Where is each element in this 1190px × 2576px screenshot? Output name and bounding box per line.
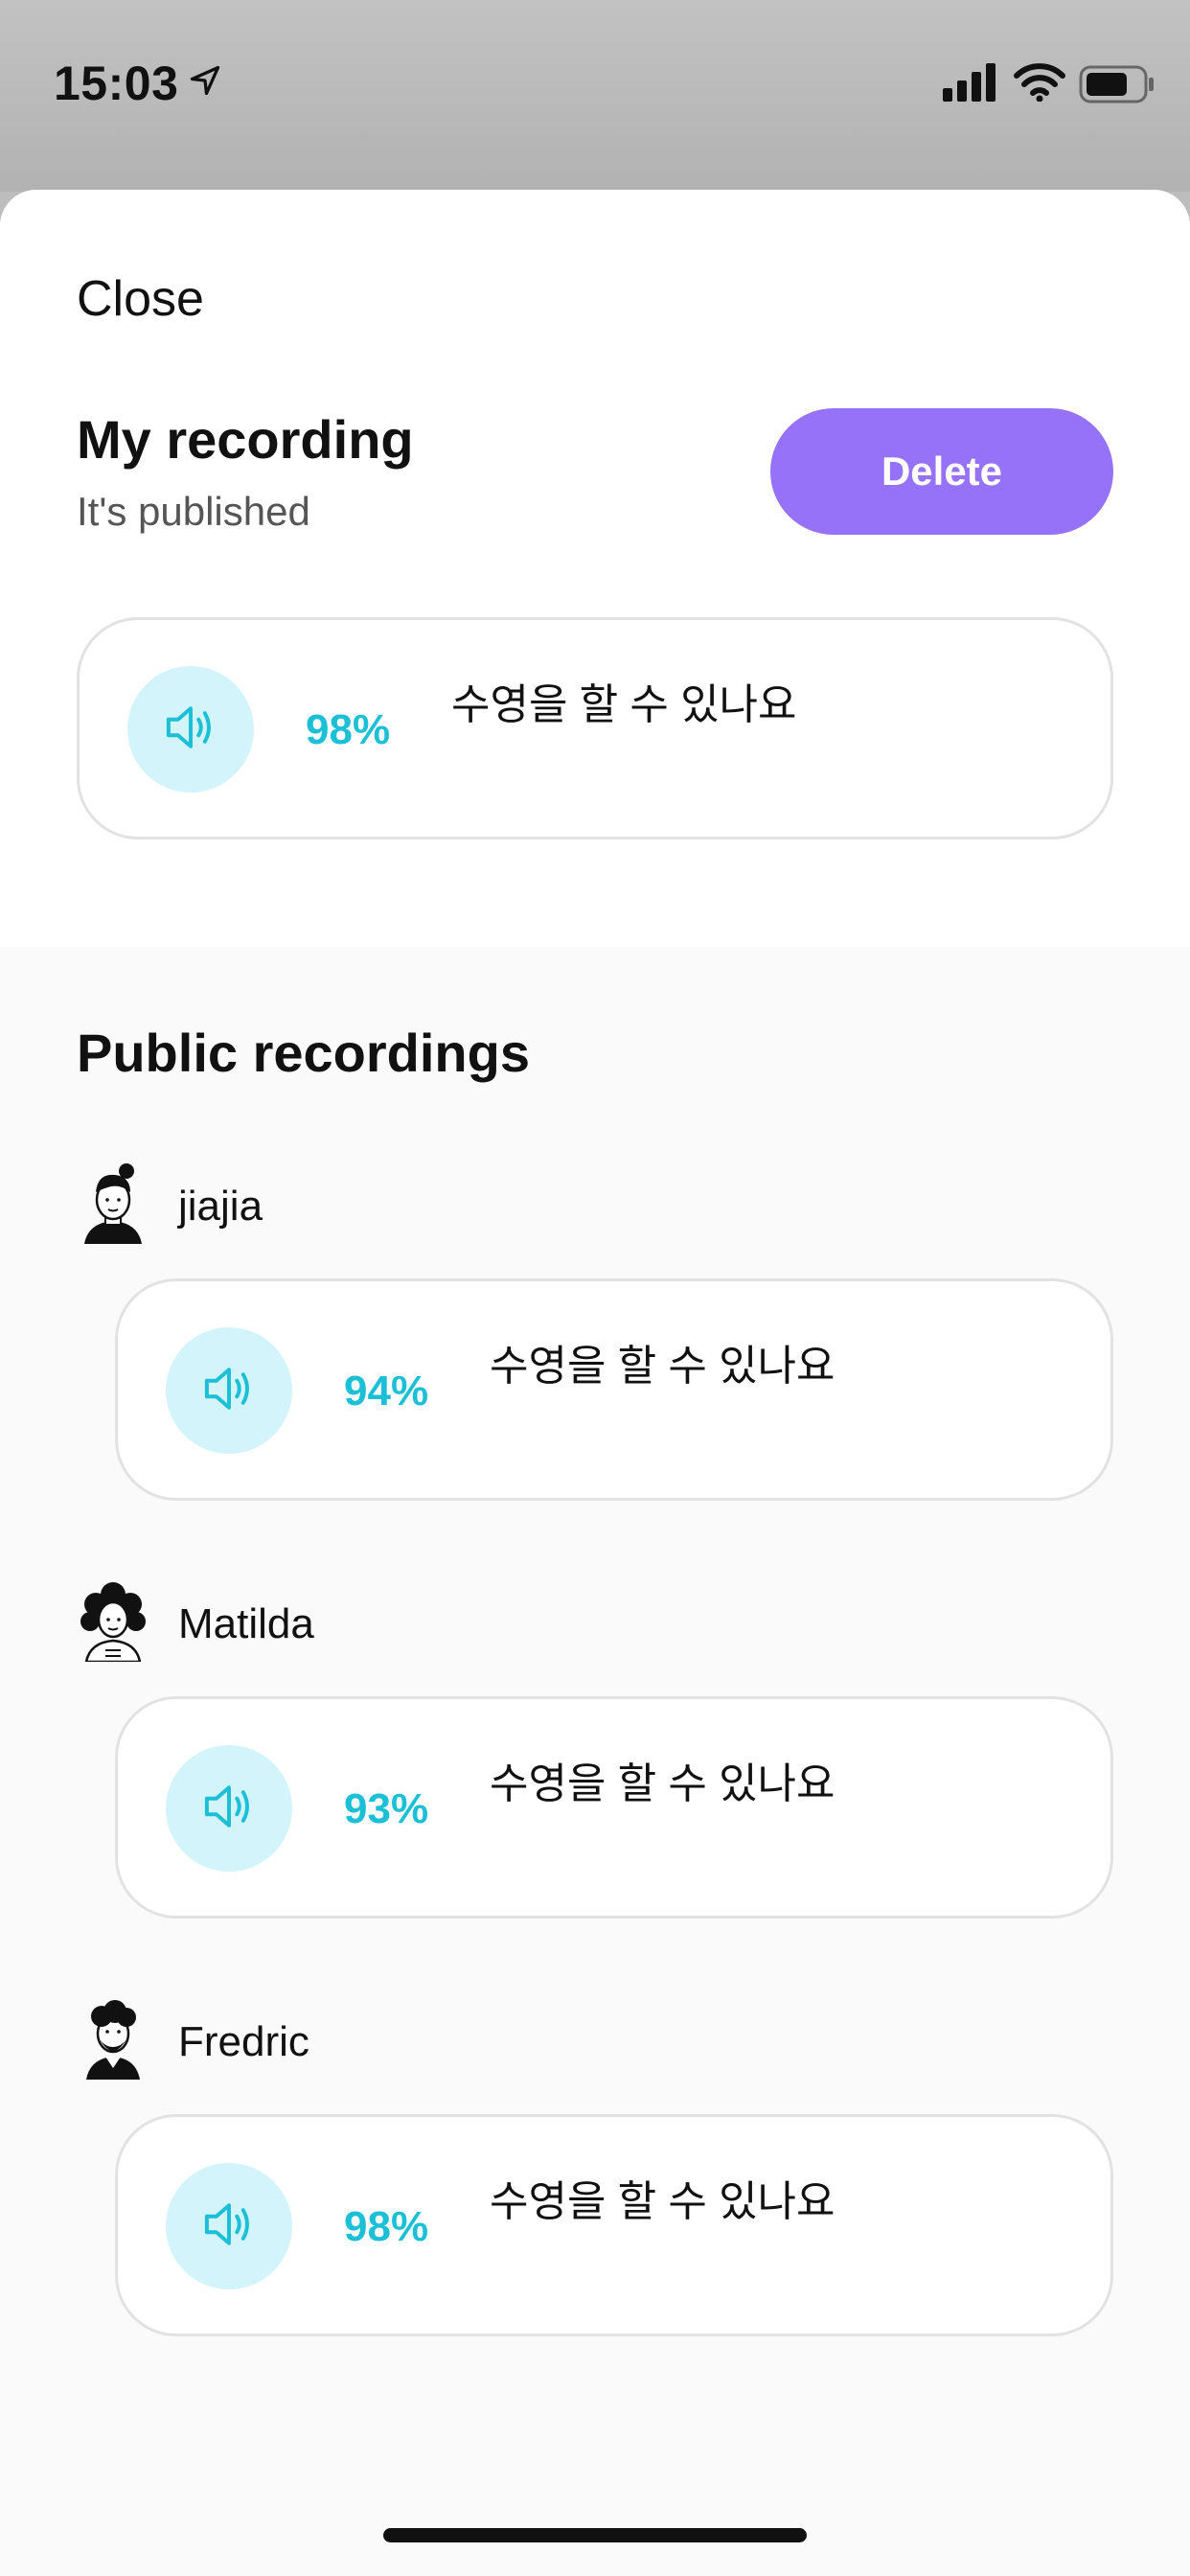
speaker-icon (159, 696, 222, 764)
battery-icon (1079, 65, 1156, 108)
publish-status: It's published (77, 489, 310, 534)
recordings-sheet: Close My recording It's published Delete… (0, 190, 1190, 2576)
score-value: 98% (344, 2203, 429, 2250)
public-recording-card[interactable]: 98% 수영을 할 수 있나요 (115, 2114, 1113, 2336)
username: jiajia (178, 1183, 263, 1230)
wifi-icon (1014, 63, 1065, 106)
speaker-icon (197, 1357, 261, 1425)
username: Fredric (178, 2018, 309, 2065)
public-user-row: jiajia (77, 1163, 939, 1250)
score-value: 94% (344, 1368, 429, 1414)
play-audio-button[interactable] (166, 1745, 292, 1872)
phrase-text: 수영을 할 수 있나요 (451, 681, 797, 728)
score-value: 98% (306, 706, 391, 753)
my-recording-card[interactable]: 98% 수영을 할 수 있나요 (77, 617, 1113, 840)
score-value: 93% (344, 1785, 429, 1832)
public-user-row: Matilda (77, 1581, 939, 1668)
public-recording-card[interactable]: 94% 수영을 할 수 있나요 (115, 1278, 1113, 1501)
play-audio-button[interactable] (166, 2163, 292, 2289)
public-recordings-title: Public recordings (77, 1023, 530, 1083)
my-recording-section: Close My recording It's published Delete… (0, 190, 1190, 947)
public-user-row: Fredric (77, 1999, 939, 2085)
cellular-signal-icon (943, 63, 998, 106)
status-bar: 15:03 (0, 0, 1190, 192)
username: Matilda (178, 1600, 314, 1647)
speaker-icon (197, 2193, 261, 2261)
speaker-icon (197, 1775, 261, 1843)
my-recording-title: My recording (77, 409, 414, 470)
avatar (77, 1581, 149, 1667)
play-audio-button[interactable] (127, 666, 254, 793)
phrase-text: 수영을 할 수 있나요 (490, 1760, 835, 1807)
public-recording-card[interactable]: 93% 수영을 할 수 있나요 (115, 1696, 1113, 1919)
location-arrow-icon (188, 63, 222, 103)
play-audio-button[interactable] (166, 1327, 292, 1454)
delete-button[interactable]: Delete (770, 408, 1113, 535)
close-button[interactable]: Close (77, 270, 204, 328)
status-time: 15:03 (54, 57, 179, 110)
home-indicator[interactable] (383, 2528, 807, 2542)
avatar (77, 1999, 149, 2084)
phrase-text: 수영을 할 수 있나요 (490, 1343, 835, 1390)
phrase-text: 수영을 할 수 있나요 (490, 2178, 835, 2225)
avatar (77, 1163, 149, 1249)
